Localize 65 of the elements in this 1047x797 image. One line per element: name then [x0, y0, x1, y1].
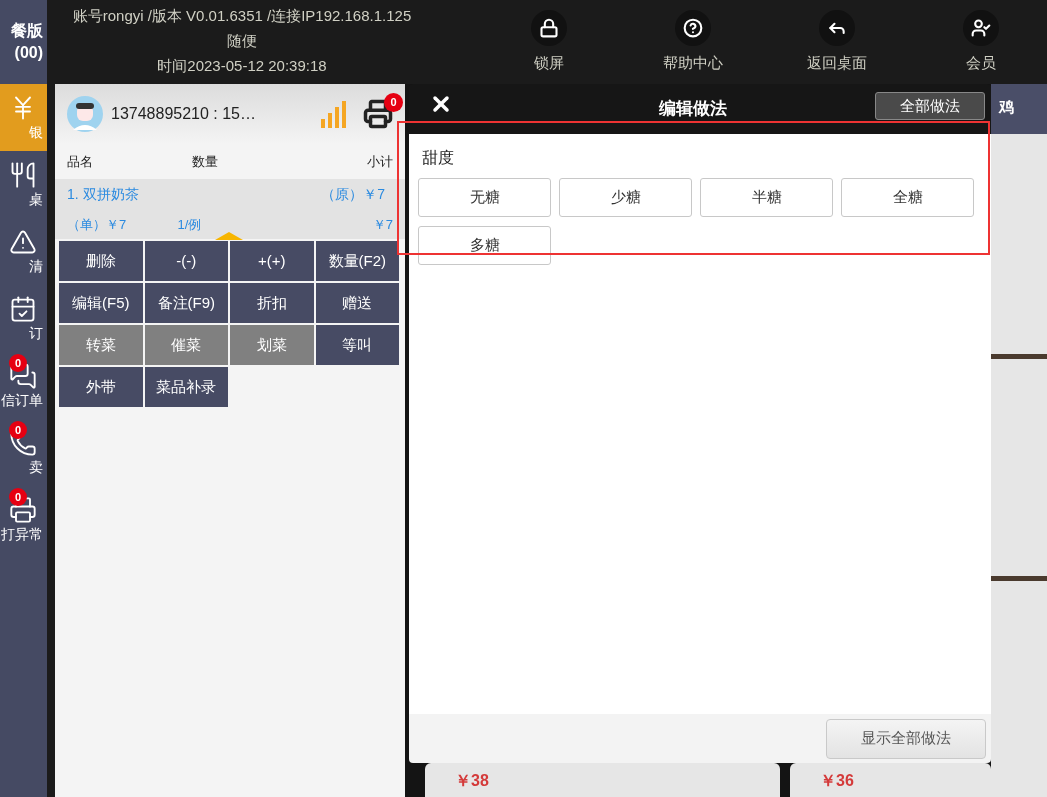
original-price: （原）￥7	[321, 184, 385, 204]
store-label: (00)	[14, 43, 43, 63]
unit-price: （单）￥7	[67, 215, 127, 234]
user-check-icon	[963, 10, 999, 46]
count-badge: 0	[9, 421, 27, 439]
user-label: 13748895210 : 15…	[111, 104, 256, 124]
action-button[interactable]: 赠送	[315, 283, 399, 323]
action-button[interactable]: 数量(F2)	[315, 241, 399, 281]
signal-icon	[321, 100, 347, 128]
lock-icon	[531, 10, 567, 46]
nav-item[interactable]: 信订单 0	[0, 352, 47, 419]
product-card[interactable]: ￥36	[790, 763, 991, 797]
option-button[interactable]: 半糖	[700, 178, 833, 217]
toolbar-button[interactable]: 会员	[909, 0, 1047, 84]
all-options-button[interactable]: 全部做法	[875, 92, 985, 120]
item-name: 1. 双拼奶茶	[67, 184, 139, 204]
column-header: 数量	[192, 152, 218, 171]
toolbar-button[interactable]: 锁屏	[477, 0, 621, 84]
count-badge: 0	[384, 93, 403, 112]
product-price: ￥36	[820, 772, 854, 789]
calendar-icon	[9, 294, 37, 323]
table-name: 随便	[227, 31, 257, 51]
chat-icon	[9, 361, 37, 390]
nav-item[interactable]: 订	[0, 285, 47, 352]
product-price: ￥38	[455, 772, 489, 789]
nav-item[interactable]: 打异常 0	[0, 486, 47, 553]
reply-icon	[819, 10, 855, 46]
nav-item[interactable]: 卖 0	[0, 419, 47, 486]
show-all-button[interactable]: 显示全部做法	[826, 718, 986, 759]
store-label: 餐版	[11, 21, 43, 41]
dialog-title: 编辑做法	[659, 98, 727, 121]
pointer-icon	[215, 232, 243, 240]
action-button[interactable]: -(-)	[144, 241, 228, 281]
action-button[interactable]: 菜品补录	[144, 367, 228, 407]
subtotal: ￥7	[372, 215, 393, 234]
toolbar-button[interactable]: 返回桌面	[765, 0, 909, 84]
action-button[interactable]: 编辑(F5)	[59, 283, 143, 323]
option-button[interactable]: 全糖	[841, 178, 974, 217]
count-badge: 0	[9, 488, 27, 506]
nav-item[interactable]: 桌	[0, 151, 47, 218]
avatar-icon	[67, 96, 103, 132]
action-button[interactable]: 等叫	[315, 325, 399, 365]
quantity: 1/例	[177, 215, 202, 234]
account-info: 账号rongyi /版本 V0.01.6351 /连接IP192.168.1.125	[72, 6, 412, 26]
option-button[interactable]: 多糖	[418, 226, 551, 265]
option-button[interactable]: 无糖	[418, 178, 551, 217]
count-badge: 0	[9, 354, 27, 372]
action-button[interactable]: 外带	[59, 367, 143, 407]
product-card[interactable]: ￥38	[425, 763, 780, 797]
column-header: 品名	[67, 152, 93, 171]
utensils-icon	[9, 160, 37, 189]
toolbar-button[interactable]: 帮助中心	[621, 0, 765, 84]
action-button[interactable]: 备注(F9)	[144, 283, 228, 323]
nav-item[interactable]: 清	[0, 218, 47, 285]
option-button[interactable]: 少糖	[559, 178, 692, 217]
printer-icon	[9, 495, 37, 524]
group-label: 甜度	[421, 148, 455, 168]
action-button[interactable]: +(+)	[230, 241, 314, 281]
column-header: 小计	[367, 152, 393, 171]
printer-icon[interactable]	[363, 99, 393, 129]
action-button[interactable]: 删除	[59, 241, 143, 281]
action-button[interactable]: 折扣	[230, 283, 314, 323]
category-tab[interactable]: 鸡	[991, 84, 1047, 134]
timestamp: 时间2023-05-12 20:39:18	[157, 56, 327, 76]
help-icon	[675, 10, 711, 46]
